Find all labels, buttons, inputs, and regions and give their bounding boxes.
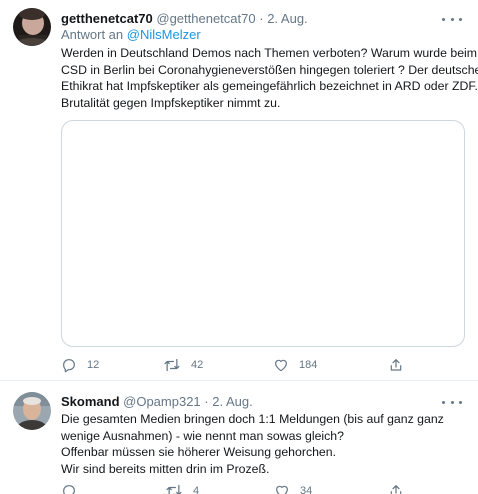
tweet-text-line: Ethikrat hat Impfskeptiker als gemeingef… [61, 79, 478, 93]
separator-dot: · [259, 11, 264, 26]
separator-dot: · [204, 394, 209, 409]
action-bar: 4 34 [61, 483, 461, 494]
tweet-date[interactable]: 2. Aug. [212, 394, 252, 409]
avatar-image [13, 392, 51, 430]
retweet-count: 42 [191, 359, 204, 371]
retweet-button[interactable]: 4 [165, 483, 199, 494]
reply-bubble-icon [63, 485, 75, 494]
tweet-text-line: Offenbar müssen sie höherer Weisung geho… [61, 445, 337, 459]
tweet-text: Die gesamten Medien bringen doch 1:1 Mel… [61, 411, 444, 477]
display-name[interactable]: Skomand [61, 394, 120, 409]
dot [459, 400, 462, 404]
tweet-1[interactable]: getthenetcat70 @getthenetcat70 · 2. Aug.… [0, 0, 478, 380]
dot [450, 400, 454, 404]
tweet-text-line: Die gesamten Medien bringen doch 1:1 Mel… [61, 412, 444, 426]
reply-bubble-icon [63, 359, 75, 373]
heart-icon [275, 359, 287, 372]
reply-mention-link[interactable]: @NilsMelzer [127, 27, 201, 42]
share-button[interactable] [388, 483, 404, 494]
tweet-text-line: Brutalität gegen Impfskeptiker nimmt zu. [61, 95, 281, 110]
tweet-2[interactable]: Skomand @Opamp321 · 2. Aug. Die gesamten… [0, 380, 478, 494]
dot [459, 17, 462, 21]
media-card[interactable] [61, 120, 465, 347]
reply-button[interactable]: 12 [61, 357, 99, 373]
retweet-button[interactable]: 42 [163, 357, 203, 373]
dot [442, 400, 445, 404]
more-dots-icon[interactable] [442, 12, 462, 26]
share-button[interactable] [388, 357, 404, 373]
reply-context: Antwort an @NilsMelzer [61, 27, 201, 43]
share-upload-icon [390, 359, 402, 371]
tweet-text-line: Wir sind bereits mitten drin im Prozeß. [61, 461, 270, 476]
tweet-text: Werden in Deutschland Demos nach Themen … [61, 45, 478, 111]
reply-button[interactable] [61, 483, 87, 494]
avatar[interactable] [13, 8, 51, 46]
display-name[interactable]: getthenetcat70 [61, 11, 153, 26]
like-count: 34 [300, 485, 313, 494]
tweet-header: getthenetcat70 @getthenetcat70 · 2. Aug. [61, 11, 308, 27]
avatar-image [13, 8, 51, 46]
retweet-count: 4 [193, 485, 200, 494]
heart-icon [276, 485, 288, 494]
tweet-text-line: wenige Ausnahmen) - wie nennt man sowas … [61, 428, 344, 443]
dot [450, 17, 454, 21]
retweet-icon [164, 358, 180, 372]
handle[interactable]: @getthenetcat70 [156, 11, 255, 26]
action-bar: 12 42 184 [61, 357, 461, 375]
more-dots-icon[interactable] [442, 395, 462, 409]
reply-count: 12 [87, 359, 100, 371]
retweet-icon [166, 484, 182, 494]
handle[interactable]: @Opamp321 [123, 394, 201, 409]
tweet-text-line: Werden in Deutschland Demos nach Themen … [61, 46, 478, 60]
tweet-text-line: CSD in Berlin bei Coronahygieneverstößen… [61, 62, 478, 77]
like-count: 184 [299, 359, 318, 371]
share-upload-icon [390, 485, 402, 494]
like-button[interactable]: 34 [274, 483, 312, 494]
tweet-date[interactable]: 2. Aug. [267, 11, 307, 26]
reply-prefix: Antwort an [61, 27, 124, 42]
tweet-header: Skomand @Opamp321 · 2. Aug. [61, 394, 253, 410]
dot [442, 17, 445, 21]
like-button[interactable]: 184 [273, 357, 317, 373]
avatar[interactable] [13, 392, 51, 430]
